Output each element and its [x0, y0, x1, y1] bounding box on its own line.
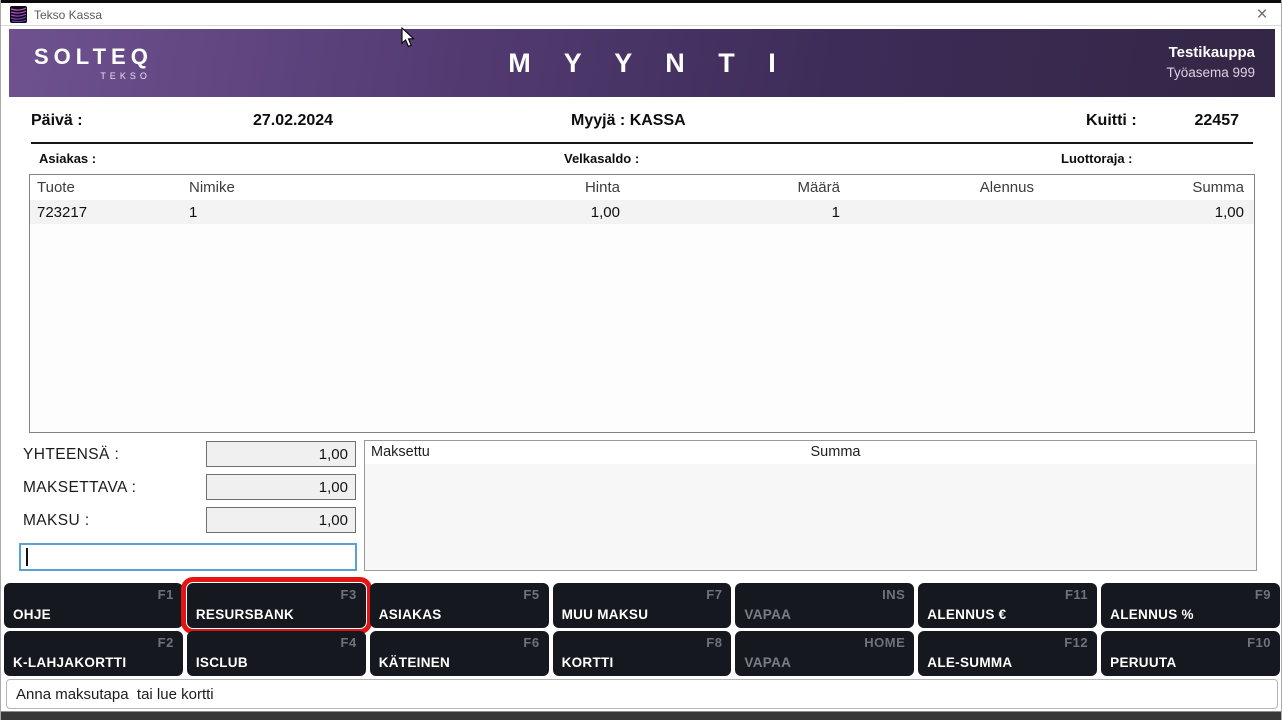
status-message: Anna maksutapa tai lue kortti — [16, 686, 214, 703]
payment-value-box: 1,00 — [206, 507, 356, 533]
app-icon — [10, 6, 27, 23]
fnkey-shortcut-label: INS — [882, 587, 905, 602]
text-caret — [26, 548, 28, 566]
fnkey-label: K-LAHJAKORTTI — [13, 655, 126, 670]
fnkey-label: PERUUTA — [1110, 655, 1176, 670]
window-title: Tekso Kassa — [34, 8, 102, 22]
fnkey-shortcut-label: F3 — [341, 587, 357, 602]
fnkey-vapaa: HOME VAPAA — [735, 631, 914, 676]
sale-table-body: 72321711,0011,00 — [30, 200, 1254, 224]
credit-label: Luottoraja : — [1061, 151, 1133, 166]
receipt-label: Kuitti : — [1086, 112, 1137, 130]
fnkey-label: ALE-SUMMA — [927, 655, 1012, 670]
fnkey-shortcut-label: F11 — [1065, 587, 1088, 602]
table-cell: 1 — [187, 204, 417, 221]
payment-label: MAKSU : — [23, 512, 90, 530]
table-cell: 1 — [620, 204, 840, 221]
column-header: Nimike — [187, 179, 417, 196]
fnkey-shortcut-label: F6 — [523, 635, 539, 650]
fnkey-shortcut-label: HOME — [864, 635, 905, 650]
fnkey-alennus[interactable]: F9 ALENNUS % — [1101, 583, 1280, 628]
sale-table-header: TuoteNimikeHintaMääräAlennusSumma — [30, 175, 1254, 200]
fnkey-label: VAPAA — [744, 655, 791, 670]
sum-column-header: Summa — [811, 444, 861, 460]
fnkey-shortcut-label: F8 — [706, 635, 722, 650]
receipt-number: 22457 — [1195, 112, 1240, 130]
payable-value-box: 1,00 — [206, 474, 356, 500]
total-value-box: 1,00 — [206, 441, 356, 467]
fnkey-label: MUU MAKSU — [562, 607, 649, 622]
total-label: YHTEENSÄ : — [23, 446, 119, 464]
fnkey-label: KÄTEINEN — [379, 655, 450, 670]
fnkey-label: ASIAKAS — [379, 607, 442, 622]
fnkey-k-lahjakortti[interactable]: F2 K-LAHJAKORTTI — [4, 631, 183, 676]
table-cell: 1,00 — [417, 204, 620, 221]
date-label: Päivä : — [31, 112, 83, 130]
mouse-cursor — [401, 27, 416, 48]
table-row[interactable]: 72321711,0011,00 — [30, 200, 1254, 224]
fnkey-label: OHJE — [13, 607, 51, 622]
window-bottom-edge — [1, 711, 1281, 720]
fnkey-ohje[interactable]: F1 OHJE — [4, 583, 183, 628]
fnkey-label: RESURSBANK — [196, 607, 294, 622]
payable-label: MAKSETTAVA : — [23, 479, 136, 497]
fnkey-shortcut-label: F9 — [1255, 587, 1271, 602]
fnkey-asiakas[interactable]: F5 ASIAKAS — [370, 583, 549, 628]
sale-table: TuoteNimikeHintaMääräAlennusSumma 723217… — [29, 174, 1255, 433]
payments-panel: Maksettu Summa — [364, 440, 1257, 571]
column-header: Määrä — [620, 179, 840, 196]
function-key-grid: F1 OHJE F3 RESURSBANK F5 ASIAKAS F7 MUU MAKSU IN… — [4, 583, 1280, 676]
fnkey-shortcut-label: F1 — [158, 587, 174, 602]
fnkey-peruuta[interactable]: F10 PERUUTA — [1101, 631, 1280, 676]
customer-label: Asiakas : — [39, 151, 96, 166]
close-button[interactable]: × — [1251, 4, 1273, 25]
column-header: Alennus — [840, 179, 1034, 196]
fnkey-label: KORTTI — [562, 655, 614, 670]
titlebar: Tekso Kassa × — [1, 3, 1281, 26]
fnkey-resursbank[interactable]: F3 RESURSBANK — [187, 583, 366, 628]
fnkey-shortcut-label: F5 — [523, 587, 539, 602]
fnkey-muu-maksu[interactable]: F7 MUU MAKSU — [553, 583, 732, 628]
fnkey-vapaa: INS VAPAA — [735, 583, 914, 628]
fnkey-isclub[interactable]: F4 ISCLUB — [187, 631, 366, 676]
fnkey-shortcut-label: F12 — [1064, 635, 1088, 650]
store-name: Testikauppa — [1166, 44, 1255, 61]
fnkey-label: ALENNUS € — [927, 607, 1006, 622]
column-header: Tuote — [30, 179, 187, 196]
table-cell: 1,00 — [1034, 204, 1254, 221]
payment-entry-input[interactable] — [19, 543, 357, 571]
page-title: M Y Y N T I — [9, 48, 1275, 79]
fnkey-ale-summa[interactable]: F12 ALE-SUMMA — [918, 631, 1097, 676]
workstation-id: Työasema 999 — [1166, 65, 1255, 80]
paid-column-header: Maksettu — [371, 444, 430, 460]
date-value: 27.02.2024 — [253, 112, 333, 130]
column-header: Hinta — [417, 179, 620, 196]
fnkey-shortcut-label: F2 — [158, 635, 174, 650]
statusbar: Anna maksutapa tai lue kortti — [6, 679, 1278, 709]
fnkey-alennus[interactable]: F11 ALENNUS € — [918, 583, 1097, 628]
fnkey-kortti[interactable]: F8 KORTTI — [553, 631, 732, 676]
fnkey-label: VAPAA — [744, 607, 791, 622]
app-window: Tekso Kassa × SOLTEQ TEKSO M Y Y N T I T… — [0, 0, 1282, 720]
fnkey-k-teinen[interactable]: F6 KÄTEINEN — [370, 631, 549, 676]
table-cell: 723217 — [30, 204, 187, 221]
fnkey-label: ALENNUS % — [1110, 607, 1194, 622]
store-info: Testikauppa Työasema 999 — [1166, 44, 1255, 80]
app-header: SOLTEQ TEKSO M Y Y N T I Testikauppa Työ… — [9, 29, 1275, 97]
column-header: Summa — [1034, 179, 1254, 196]
payments-panel-header: Maksettu Summa — [365, 441, 1256, 464]
fnkey-shortcut-label: F7 — [706, 587, 722, 602]
divider-line — [31, 142, 1253, 144]
debt-label: Velkasaldo : — [564, 151, 639, 166]
seller-value: Myyjä : KASSA — [571, 112, 686, 130]
fnkey-label: ISCLUB — [196, 655, 248, 670]
fnkey-shortcut-label: F10 — [1247, 635, 1271, 650]
fnkey-shortcut-label: F4 — [341, 635, 357, 650]
